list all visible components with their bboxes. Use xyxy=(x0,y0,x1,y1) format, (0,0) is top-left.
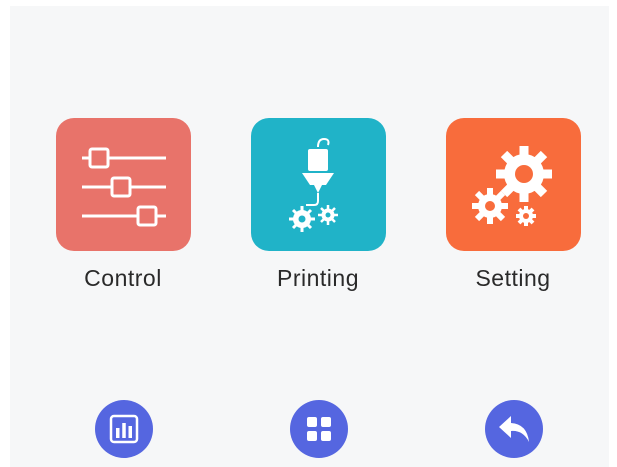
home-menu-button[interactable] xyxy=(290,400,348,458)
printing-label: Printing xyxy=(277,265,359,291)
gears-icon xyxy=(464,140,564,230)
grid-icon xyxy=(305,415,333,443)
back-arrow-icon xyxy=(497,414,531,444)
statistics-button[interactable] xyxy=(95,400,153,458)
bar-chart-icon xyxy=(109,414,139,444)
back-button[interactable] xyxy=(485,400,543,458)
control-button[interactable] xyxy=(56,118,191,251)
printer-extruder-icon xyxy=(284,135,354,235)
setting-label: Setting xyxy=(475,265,551,291)
printing-button[interactable] xyxy=(251,118,386,251)
setting-button[interactable] xyxy=(446,118,581,251)
control-label: Control xyxy=(84,265,162,291)
main-menu-screen: Control Printing Setting xyxy=(10,6,609,467)
sliders-icon xyxy=(76,140,172,230)
